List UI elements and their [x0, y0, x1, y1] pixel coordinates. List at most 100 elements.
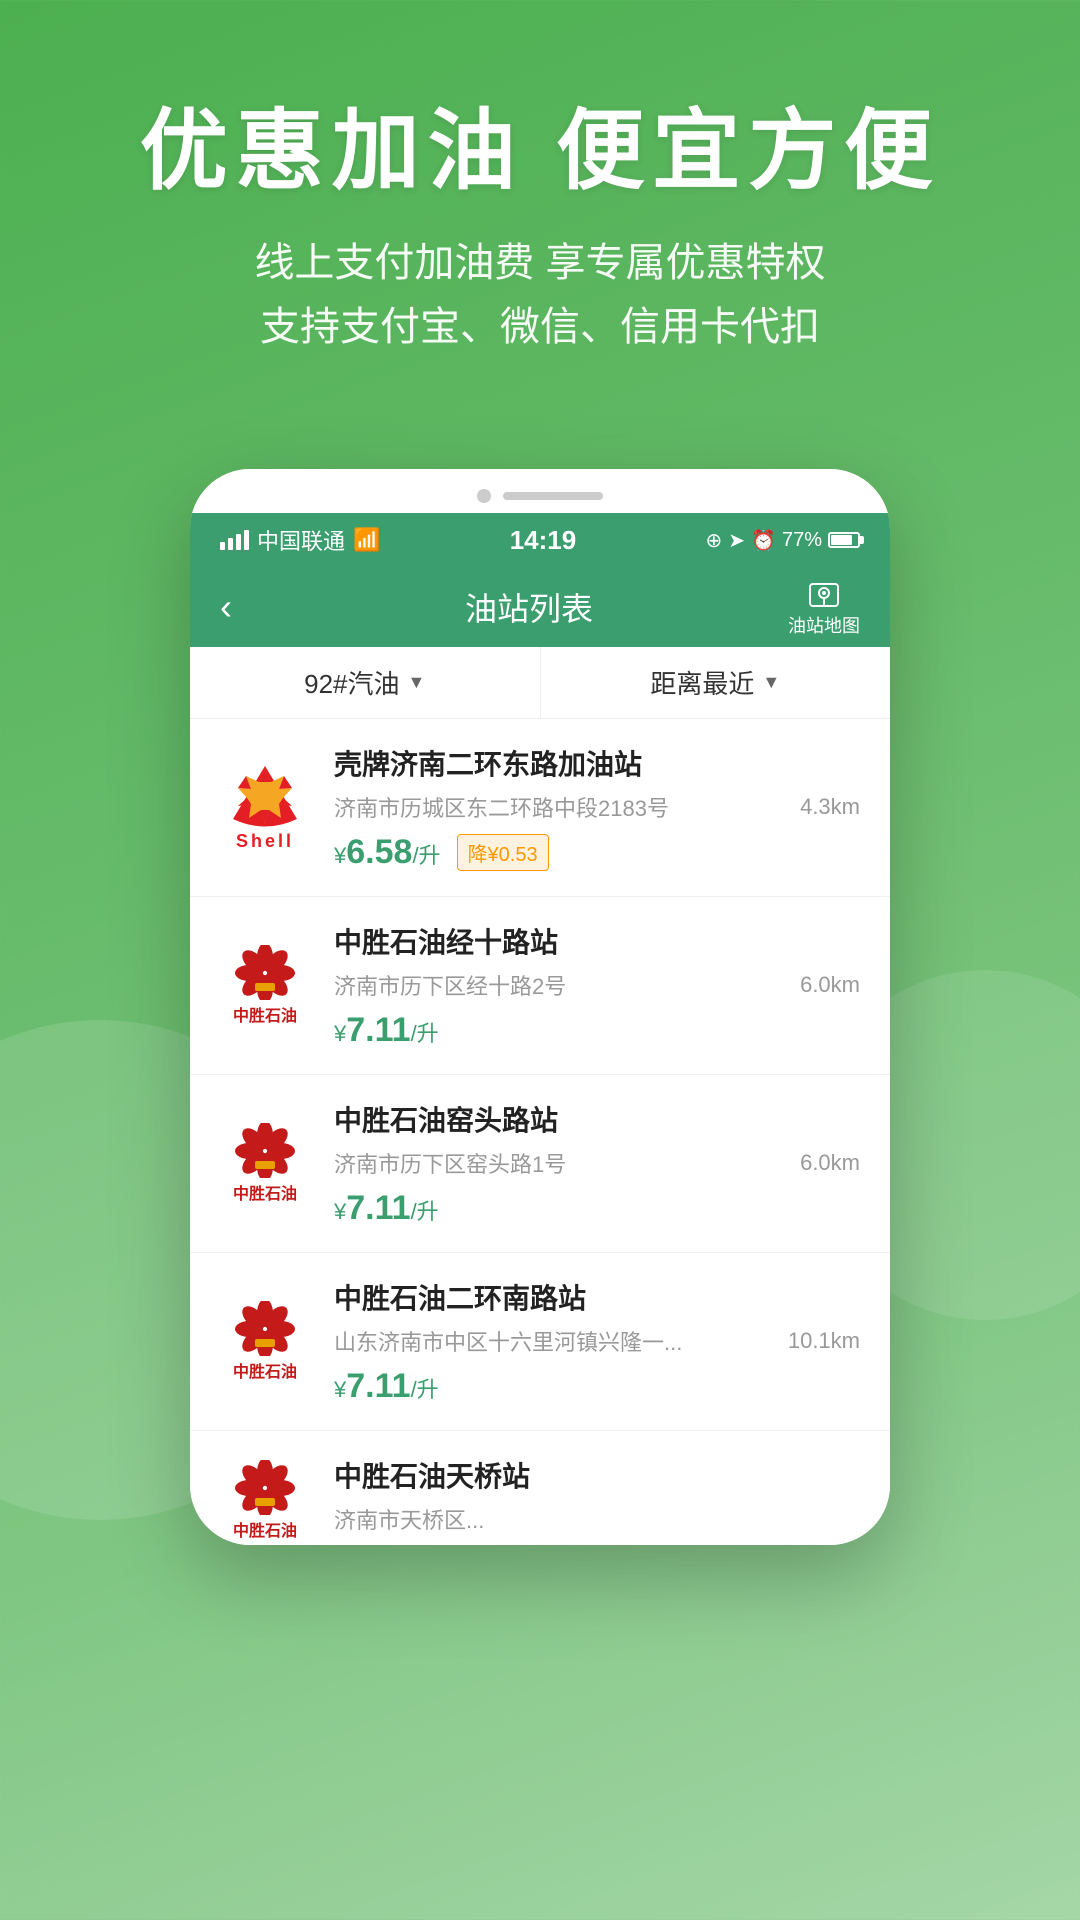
price-display: ¥7.11/升 — [334, 1367, 439, 1406]
station-info: 中胜石油窑头路站 济南市历下区窑头路1号 6.0km ¥7.11/升 — [334, 1099, 860, 1228]
station-item[interactable]: 中胜石油 中胜石油窑头路站 济南市历下区窑头路1号 6.0km ¥7.11/升 — [190, 1075, 890, 1253]
price-value: 7.11 — [346, 1189, 410, 1227]
station-name: 壳牌济南二环东路加油站 — [334, 743, 860, 783]
station-logo: 中胜石油 — [220, 1455, 310, 1545]
station-logo: Shell — [220, 763, 310, 853]
station-distance: 6.0km — [800, 1150, 860, 1176]
status-left: 中国联通 📶 — [220, 524, 380, 556]
station-address: 济南市历下区窑头路1号 — [334, 1147, 790, 1179]
filter-bar: 92#汽油 ▼ 距离最近 ▼ — [190, 647, 890, 719]
back-button[interactable]: ‹ — [220, 586, 270, 628]
fuel-type-label: 92#汽油 — [304, 664, 399, 701]
price-unit: /升 — [411, 1021, 439, 1046]
signal-icon — [220, 530, 249, 550]
station-address-row: 山东济南市中区十六里河镇兴隆一... 10.1km — [334, 1325, 860, 1357]
zhongsheng-icon — [235, 945, 295, 1000]
sort-label: 距离最近 — [650, 664, 754, 701]
status-bar: 中国联通 📶 14:19 ⊕ ➤ ⏰ 77% — [190, 513, 890, 567]
zhongsheng-icon — [235, 1301, 295, 1356]
price-row: ¥6.58/升 降¥0.53 — [334, 833, 860, 872]
station-info: 中胜石油二环南路站 山东济南市中区十六里河镇兴隆一... 10.1km ¥7.1… — [334, 1277, 860, 1406]
station-item[interactable]: Shell 壳牌济南二环东路加油站 济南市历城区东二环路中段2183号 4.3k… — [190, 719, 890, 897]
alarm-icon: ⏰ — [751, 528, 776, 553]
price-value: 6.58 — [346, 833, 412, 871]
station-distance: 6.0km — [800, 972, 860, 998]
station-address-row: 济南市历城区东二环路中段2183号 4.3km — [334, 791, 860, 823]
station-address: 济南市历城区东二环路中段2183号 — [334, 791, 790, 823]
station-name: 中胜石油窑头路站 — [334, 1099, 860, 1139]
price-display: ¥7.11/升 — [334, 1011, 439, 1050]
navigation-icon: ➤ — [728, 528, 745, 553]
zhongsheng-icon — [235, 1123, 295, 1178]
station-item[interactable]: 中胜石油 中胜石油经十路站 济南市历下区经十路2号 6.0km ¥7.11/升 — [190, 897, 890, 1075]
station-info: 中胜石油天桥站 济南市天桥区... — [334, 1455, 860, 1545]
battery-icon — [828, 532, 860, 548]
shell-brand-text: Shell — [236, 831, 294, 852]
price-yuan: ¥ — [334, 1021, 346, 1046]
map-button[interactable]: 油站地图 — [788, 576, 860, 638]
station-address-row: 济南市历下区窑头路1号 6.0km — [334, 1147, 860, 1179]
fuel-type-filter[interactable]: 92#汽油 ▼ — [190, 647, 541, 718]
price-unit: /升 — [412, 843, 440, 868]
phone-top-bar — [190, 469, 890, 513]
price-display: ¥6.58/升 — [334, 833, 441, 872]
sub-line2: 支持支付宝、微信、信用卡代扣 — [60, 295, 1020, 359]
status-right: ⊕ ➤ ⏰ 77% — [706, 528, 860, 553]
station-address: 山东济南市中区十六里河镇兴隆一... — [334, 1325, 778, 1357]
station-logo: 中胜石油 — [220, 1119, 310, 1209]
shell-icon — [229, 764, 301, 829]
zhongsheng-icon — [235, 1460, 295, 1515]
station-item[interactable]: 中胜石油 中胜石油二环南路站 山东济南市中区十六里河镇兴隆一... 10.1km… — [190, 1253, 890, 1431]
station-name: 中胜石油天桥站 — [334, 1455, 860, 1495]
wifi-icon: 📶 — [353, 527, 380, 553]
price-value: 7.11 — [346, 1011, 410, 1049]
phone-speaker — [503, 492, 603, 500]
price-row: ¥7.11/升 — [334, 1367, 860, 1406]
fuel-type-arrow: ▼ — [408, 672, 426, 693]
sort-arrow: ▼ — [762, 672, 780, 693]
station-distance: 4.3km — [800, 794, 860, 820]
zhongsheng-brand-text: 中胜石油 — [233, 1517, 297, 1541]
station-distance: 10.1km — [788, 1328, 860, 1354]
station-logo: 中胜石油 — [220, 1297, 310, 1387]
price-value: 7.11 — [346, 1367, 410, 1405]
nav-bar: ‹ 油站列表 油站地图 — [190, 567, 890, 647]
location-icon: ⊕ — [706, 528, 723, 553]
price-yuan: ¥ — [334, 1199, 346, 1224]
station-logo: 中胜石油 — [220, 941, 310, 1031]
price-yuan: ¥ — [334, 843, 346, 868]
station-info: 壳牌济南二环东路加油站 济南市历城区东二环路中段2183号 4.3km ¥6.5… — [334, 743, 860, 872]
station-address-row: 济南市历下区经十路2号 6.0km — [334, 969, 860, 1001]
station-list: Shell 壳牌济南二环东路加油站 济南市历城区东二环路中段2183号 4.3k… — [190, 719, 890, 1545]
station-name: 中胜石油经十路站 — [334, 921, 860, 961]
price-display: ¥7.11/升 — [334, 1189, 439, 1228]
main-title: 优惠加油 便宜方便 — [60, 100, 1020, 201]
sub-line1: 线上支付加油费 享专属优惠特权 — [60, 231, 1020, 295]
zhongsheng-brand-text: 中胜石油 — [233, 1002, 297, 1026]
station-name: 中胜石油二环南路站 — [334, 1277, 860, 1317]
station-address: 济南市天桥区... — [334, 1503, 860, 1535]
carrier-label: 中国联通 — [257, 524, 345, 556]
sub-title: 线上支付加油费 享专属优惠特权 支持支付宝、微信、信用卡代扣 — [60, 231, 1020, 359]
price-row: ¥7.11/升 — [334, 1189, 860, 1228]
station-info: 中胜石油经十路站 济南市历下区经十路2号 6.0km ¥7.11/升 — [334, 921, 860, 1050]
price-row: ¥7.11/升 — [334, 1011, 860, 1050]
phone-mockup: 中国联通 📶 14:19 ⊕ ➤ ⏰ 77% ‹ 油站列表 — [190, 469, 890, 1545]
price-unit: /升 — [411, 1199, 439, 1224]
map-label: 油站地图 — [788, 612, 860, 638]
discount-badge: 降¥0.53 — [457, 834, 549, 871]
battery-percent: 77% — [782, 529, 822, 552]
header-section: 优惠加油 便宜方便 线上支付加油费 享专属优惠特权 支持支付宝、微信、信用卡代扣 — [0, 0, 1080, 409]
station-address-row: 济南市天桥区... — [334, 1503, 860, 1535]
zhongsheng-brand-text: 中胜石油 — [233, 1180, 297, 1204]
station-address: 济南市历下区经十路2号 — [334, 969, 790, 1001]
sort-filter[interactable]: 距离最近 ▼ — [541, 647, 891, 718]
phone-camera — [477, 489, 491, 503]
time-display: 14:19 — [510, 525, 577, 556]
page-title: 油站列表 — [465, 584, 593, 630]
price-unit: /升 — [411, 1377, 439, 1402]
map-icon — [806, 576, 842, 612]
zhongsheng-brand-text: 中胜石油 — [233, 1358, 297, 1382]
station-item[interactable]: 中胜石油 中胜石油天桥站 济南市天桥区... — [190, 1431, 890, 1545]
price-yuan: ¥ — [334, 1377, 346, 1402]
